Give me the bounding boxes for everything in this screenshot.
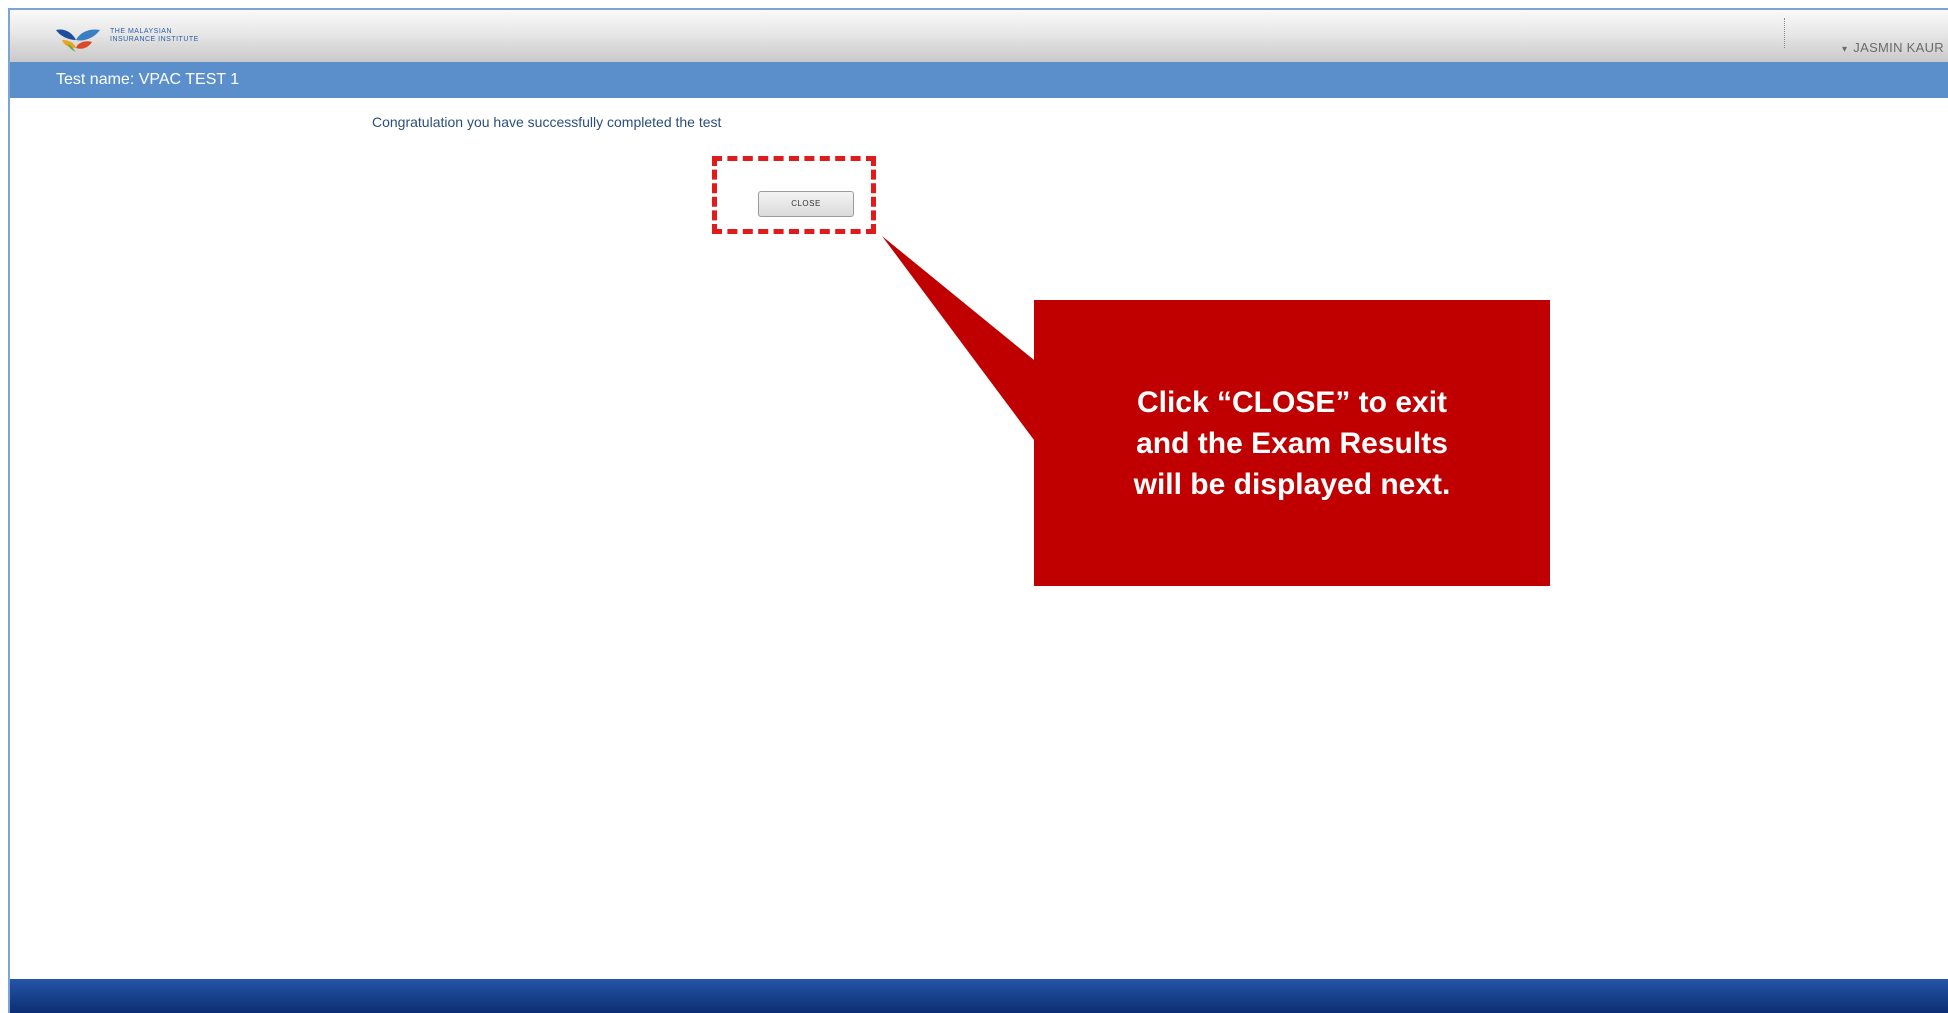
header-divider	[1784, 18, 1786, 48]
test-name: Test name: VPAC TEST 1	[56, 71, 240, 88]
callout-line: will be displayed next.	[1133, 467, 1451, 501]
footer-bar	[10, 979, 1948, 1013]
logo-line: THE MALAYSIAN	[110, 28, 172, 35]
completion-message: Congratulation you have successfully com…	[372, 114, 722, 130]
user-menu[interactable]: ▾ JASMIN KAUR	[1842, 40, 1944, 55]
test-title-bar: Test name: VPAC TEST 1	[10, 62, 1948, 98]
instruction-callout: Click “CLOSE” to exit and the Exam Resul…	[1034, 300, 1550, 586]
logo-line: INSURANCE INSTITUTE	[110, 36, 199, 43]
user-name-label: JASMIN KAUR	[1853, 40, 1944, 55]
butterfly-logo-icon	[56, 29, 100, 52]
callout-line: and the Exam Results	[1136, 426, 1448, 460]
institute-logo[interactable]: THE MALAYSIAN INSURANCE INSTITUTE	[54, 26, 274, 52]
top-header: THE MALAYSIAN INSURANCE INSTITUTE ▾ JASMI…	[10, 10, 1948, 63]
callout-line: Click “CLOSE” to exit	[1136, 385, 1448, 419]
close-highlight-box	[712, 156, 876, 234]
callout-text: Click “CLOSE” to exit and the Exam Resul…	[1134, 382, 1451, 505]
person-icon: ▾	[1841, 44, 1848, 55]
logo-text: THE MALAYSIAN INSURANCE INSTITUTE	[110, 28, 270, 44]
app-window: THE MALAYSIAN INSURANCE INSTITUTE ▾ JASMI…	[8, 8, 1948, 1013]
